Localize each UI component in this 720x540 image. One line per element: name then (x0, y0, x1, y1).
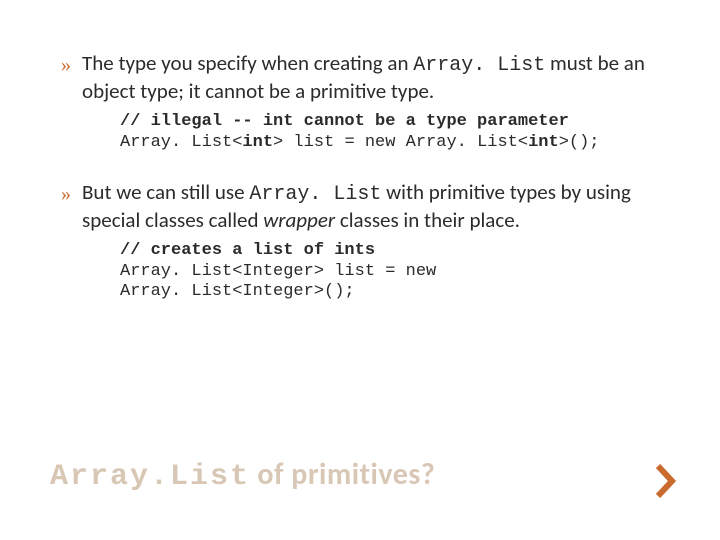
code-comment: // creates a list of ints (120, 241, 375, 260)
slide-title: Array.List of primitives? (50, 456, 435, 494)
code-text: Array. List<Integer> list = new (120, 262, 436, 281)
chevron-right-icon (656, 464, 678, 498)
title-code: Array.List (50, 460, 250, 494)
code-bold: int (528, 133, 559, 152)
code-text: Array. List< (120, 133, 242, 152)
code-text: >(); (559, 133, 600, 152)
slide: » The type you specify when creating an … (0, 0, 720, 540)
code-text: Array. List<Integer>(); (120, 282, 355, 301)
code-text: > list = new Array. List< (273, 133, 528, 152)
bullet-text: But we can still use Array. List with pr… (82, 179, 670, 233)
code-bold: int (242, 133, 273, 152)
bullet-item: » But we can still use Array. List with … (50, 179, 670, 233)
title-rest: of primitives? (250, 456, 435, 493)
code-comment: // illegal -- int cannot be a type param… (120, 112, 569, 131)
bullet-item: » The type you specify when creating an … (50, 50, 670, 104)
bullet-marker: » (50, 50, 82, 78)
code-block-illegal: // illegal -- int cannot be a type param… (120, 112, 670, 153)
bullet-pre: But we can still use (82, 179, 249, 205)
code-block-wrapper: // creates a list of ints Array. List<In… (120, 241, 670, 302)
inline-code: Array. List (249, 183, 381, 206)
bullet-tail: classes in their place. (335, 207, 520, 233)
bullet-text: The type you specify when creating an Ar… (82, 50, 670, 104)
bullet-pre: The type you specify when creating an (82, 50, 413, 76)
inline-code: Array. List (413, 54, 545, 77)
italic-word: wrapper (263, 207, 335, 233)
bullet-marker: » (50, 179, 82, 207)
